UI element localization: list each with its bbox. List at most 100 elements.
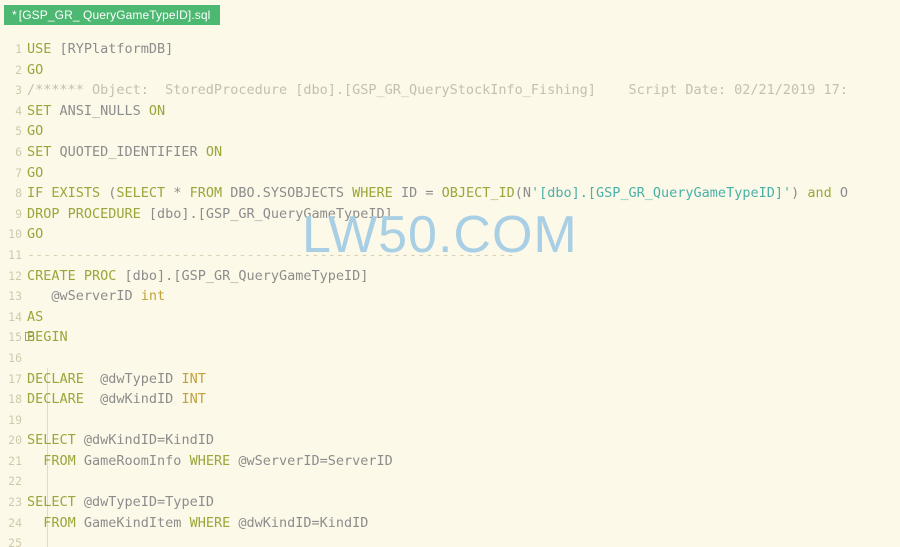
code-line-text: AS bbox=[27, 307, 43, 328]
code-token: SET bbox=[27, 102, 60, 119]
code-line-text: GO bbox=[27, 60, 43, 81]
code-line-text: GO bbox=[27, 224, 43, 245]
code-line[interactable]: 12 CREATE PROC [dbo].[GSP_GR_QueryGameTyp… bbox=[0, 266, 900, 287]
code-token: SET bbox=[27, 143, 60, 160]
code-line-text: BEGIN bbox=[27, 327, 68, 348]
code-line[interactable]: 2 GO bbox=[0, 60, 900, 81]
code-line[interactable]: 22 bbox=[0, 471, 900, 492]
code-token: FROM bbox=[27, 452, 84, 469]
line-number: 16 bbox=[8, 350, 22, 365]
code-line[interactable]: 19 bbox=[0, 410, 900, 431]
line-number: 21 bbox=[8, 453, 22, 468]
line-number: 10 bbox=[8, 227, 22, 242]
code-line-text: FROM GameRoomInfo WHERE @wServerID=Serve… bbox=[27, 451, 393, 472]
line-number: 19 bbox=[8, 412, 22, 427]
code-token: IF EXISTS bbox=[27, 185, 109, 202]
code-line[interactable]: 7 GO bbox=[0, 163, 900, 184]
code-token: ANSI_NULLS bbox=[59, 102, 149, 119]
tab-gsp-gr-querygametypeid-sql[interactable]: * [GSP_GR_ QueryGameTypeID].sql bbox=[4, 5, 221, 25]
code-line-text: DECLARE @dwTypeID INT bbox=[27, 369, 206, 390]
code-line[interactable]: 17 DECLARE @dwTypeID INT bbox=[0, 369, 900, 390]
code-token: USE bbox=[27, 41, 60, 57]
code-line-text: /****** Object: StoredProcedure [dbo].[G… bbox=[27, 80, 848, 101]
code-token: ID = bbox=[400, 185, 442, 202]
code-line[interactable]: 1 USE [RYPlatformDB] bbox=[0, 39, 900, 60]
code-line-text: USE [RYPlatformDB] bbox=[27, 39, 173, 60]
code-line-text: SET QUOTED_IDENTIFIER ON bbox=[27, 142, 222, 163]
line-number: 18 bbox=[8, 392, 22, 407]
code-editor[interactable]: 1 USE [RYPlatformDB] 2 GO 3 /****** Object: S… bbox=[0, 30, 900, 547]
code-token: GameKindItem bbox=[83, 514, 190, 531]
code-token: DROP PROCEDURE bbox=[27, 205, 149, 222]
code-line[interactable]: 25 bbox=[0, 533, 900, 547]
code-token: WHERE bbox=[189, 514, 239, 531]
code-line[interactable]: 3 /****** Object: StoredProcedure [dbo].[… bbox=[0, 80, 900, 101]
code-line[interactable]: 15 BEGIN bbox=[0, 327, 900, 348]
code-token: @wServerID=ServerID bbox=[238, 452, 393, 469]
code-token: WHERE bbox=[189, 452, 239, 469]
code-token: WHERE bbox=[352, 185, 401, 202]
code-line[interactable]: 11 --------------------------------------… bbox=[0, 245, 900, 266]
code-line-text: GO bbox=[27, 163, 43, 184]
code-line-text: @wServerID int bbox=[27, 286, 165, 307]
code-token: @dwKindID=KindID bbox=[83, 432, 214, 449]
code-token: FROM bbox=[189, 185, 231, 202]
code-line[interactable]: 18 DECLARE @dwKindID INT bbox=[0, 389, 900, 410]
line-number: 3 bbox=[15, 83, 22, 98]
code-token: @wServerID bbox=[27, 288, 141, 305]
code-token: SELECT bbox=[27, 432, 84, 449]
code-token: GO bbox=[27, 164, 44, 181]
code-token: '[dbo].[GSP_GR_QueryGameTypeID]' bbox=[531, 185, 792, 202]
code-line-text: GO bbox=[27, 121, 43, 142]
code-line-text: CREATE PROC [dbo].[GSP_GR_QueryGameTypeI… bbox=[27, 266, 368, 287]
line-number: 24 bbox=[8, 515, 22, 530]
code-line[interactable]: 14 AS bbox=[0, 307, 900, 328]
code-line[interactable]: 6 SET QUOTED_IDENTIFIER ON bbox=[0, 142, 900, 163]
code-token: GO bbox=[27, 123, 44, 140]
code-token: [RYPlatformDB] bbox=[59, 41, 174, 57]
code-token: GO bbox=[27, 226, 44, 243]
line-number: 23 bbox=[8, 495, 22, 510]
code-token: ON bbox=[205, 143, 223, 160]
code-line-text: SELECT @dwTypeID=TypeID bbox=[27, 492, 214, 513]
tab-bar: * [GSP_GR_ QueryGameTypeID].sql bbox=[0, 0, 900, 30]
code-token: BEGIN bbox=[27, 329, 68, 346]
line-number: 2 bbox=[15, 62, 22, 77]
code-token: DBO.SYSOBJECTS bbox=[230, 185, 353, 202]
code-line[interactable]: 10 GO bbox=[0, 224, 900, 245]
line-number: 22 bbox=[8, 474, 22, 489]
code-lines-container[interactable]: 1 USE [RYPlatformDB] 2 GO 3 /****** Object: S… bbox=[0, 30, 900, 547]
code-token: ----------------------------------------… bbox=[27, 246, 515, 263]
line-number: 1 bbox=[15, 42, 22, 56]
code-token: ON bbox=[148, 102, 166, 119]
code-line[interactable]: 23 SELECT @dwTypeID=TypeID bbox=[0, 492, 900, 513]
code-line[interactable]: 20 SELECT @dwKindID=KindID bbox=[0, 430, 900, 451]
code-token: [dbo].[GSP_GR_QueryGameTypeID] bbox=[148, 205, 393, 222]
code-line[interactable]: 8 IF EXISTS (SELECT * FROM DBO.SYSOBJECTS… bbox=[0, 183, 900, 204]
code-token: @dwTypeID=TypeID bbox=[83, 494, 214, 511]
line-number: 9 bbox=[15, 206, 22, 221]
code-line[interactable]: 16 bbox=[0, 348, 900, 369]
code-line-text: SELECT @dwKindID=KindID bbox=[27, 430, 214, 451]
line-number: 20 bbox=[8, 433, 22, 448]
code-token: int bbox=[140, 288, 166, 305]
code-line[interactable]: 9 DROP PROCEDURE [dbo].[GSP_GR_QueryGameT… bbox=[0, 204, 900, 225]
code-token: DECLARE bbox=[27, 370, 93, 387]
line-number: 7 bbox=[15, 165, 22, 180]
code-token: [dbo].[GSP_GR_QueryGameTypeID] bbox=[124, 267, 369, 284]
code-line[interactable]: 13 @wServerID int bbox=[0, 286, 900, 307]
code-token: CREATE PROC bbox=[27, 267, 125, 284]
code-token: @dwTypeID bbox=[92, 370, 182, 387]
code-token: and bbox=[807, 185, 840, 202]
code-token: DECLARE bbox=[27, 391, 93, 408]
line-number: 15 bbox=[8, 330, 22, 345]
line-number: 17 bbox=[8, 371, 22, 386]
code-token: @dwKindID bbox=[92, 391, 182, 408]
code-line[interactable]: 21 FROM GameRoomInfo WHERE @wServerID=Se… bbox=[0, 451, 900, 472]
line-number: 25 bbox=[8, 536, 22, 547]
code-line[interactable]: 5 GO bbox=[0, 121, 900, 142]
code-token: FROM bbox=[27, 514, 84, 531]
code-line[interactable]: 4 SET ANSI_NULLS ON bbox=[0, 101, 900, 122]
code-token: (N bbox=[514, 185, 531, 202]
code-line[interactable]: 24 FROM GameKindItem WHERE @dwKindID=Kin… bbox=[0, 513, 900, 534]
